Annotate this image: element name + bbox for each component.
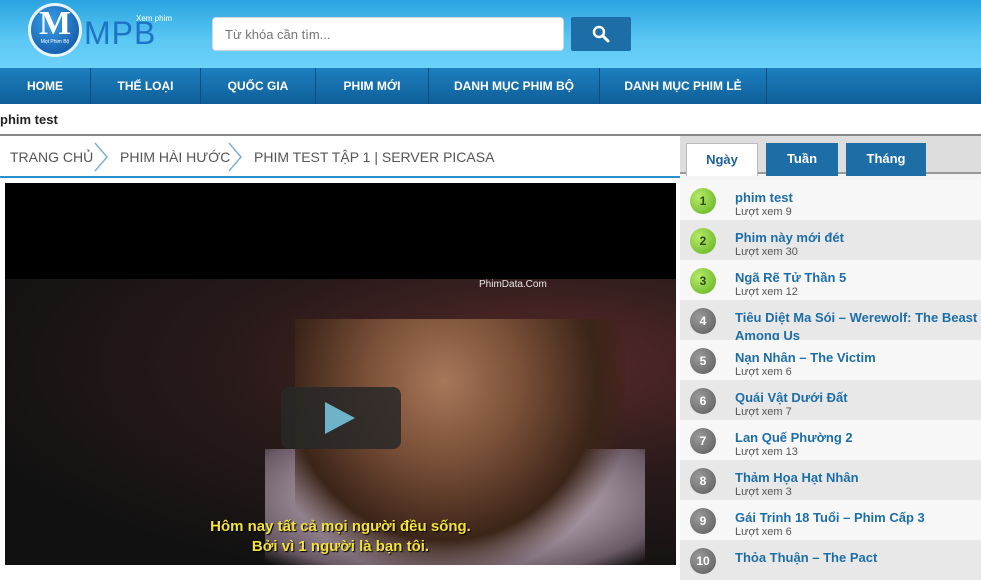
main-nav: HOME THỂ LOẠI QUỐC GIA PHIM MỚI DANH MỤC…: [0, 68, 981, 104]
nav-item-genre[interactable]: THỂ LOẠI: [91, 68, 201, 104]
period-tabs: Ngày Tuần Tháng: [680, 136, 981, 176]
view-count: Lượt xem 12: [735, 286, 798, 298]
rank-badge: 8: [690, 468, 716, 494]
movie-title[interactable]: Lan Quế Phường 2: [735, 429, 979, 447]
view-count: Lượt xem 9: [735, 206, 792, 218]
rank-badge: 7: [690, 428, 716, 454]
rank-badge: 1: [690, 188, 716, 214]
movie-title[interactable]: Thảm Họa Hạt Nhân: [735, 469, 979, 487]
rank-badge: 4: [690, 308, 716, 334]
view-count: Lượt xem 13: [735, 446, 798, 458]
tab-day[interactable]: Ngày: [686, 143, 758, 176]
list-item[interactable]: 7 Lan Quế Phường 2 Lượt xem 13: [680, 420, 981, 460]
view-count: Lượt xem 6: [735, 366, 792, 378]
rank-badge: 3: [690, 268, 716, 294]
view-count: Lượt xem 7: [735, 406, 792, 418]
nav-item-single-catalog[interactable]: DANH MỤC PHIM LẺ: [600, 68, 767, 104]
chevron-right-icon: [228, 142, 242, 172]
video-player[interactable]: PhimData.Com Hôm nay tất cả mọi người đề…: [5, 183, 676, 565]
video-subtitle: Hôm nay tất cả mọi người đều sống. Bởi v…: [5, 517, 676, 557]
breadcrumb: TRANG CHỦ PHIM HÀI HƯỚC PHIM TEST TẬP 1 …: [0, 138, 680, 178]
view-count: Lượt xem 30: [735, 246, 798, 258]
tab-week[interactable]: Tuần: [766, 143, 838, 176]
rank-badge: 2: [690, 228, 716, 254]
breadcrumb-category[interactable]: PHIM HÀI HƯỚC: [120, 138, 230, 176]
nav-item-home[interactable]: HOME: [0, 68, 91, 104]
rank-badge: 10: [690, 548, 716, 574]
rank-badge: 5: [690, 348, 716, 374]
breadcrumb-home[interactable]: TRANG CHỦ: [10, 138, 93, 176]
list-item[interactable]: 5 Nạn Nhân – The Victim Lượt xem 6: [680, 340, 981, 380]
list-item[interactable]: 4 Tiêu Diệt Ma Sói – Werewolf: The Beast…: [680, 300, 981, 343]
list-item[interactable]: 1 phim test Lượt xem 9: [680, 180, 981, 220]
movie-title[interactable]: Quái Vật Dưới Đất: [735, 389, 979, 407]
video-watermark: PhimData.Com: [479, 279, 547, 290]
movie-title[interactable]: phim test: [735, 189, 979, 207]
rank-badge: 9: [690, 508, 716, 534]
movie-title[interactable]: Thỏa Thuận – The Pact: [735, 549, 979, 567]
play-button[interactable]: [281, 387, 401, 449]
movie-title[interactable]: Phim này mới đét: [735, 229, 979, 247]
site-header: M Mọt Phim Bộ MPB Xem phim: [0, 0, 981, 68]
logo-subtitle: Xem phim: [136, 14, 173, 23]
top-views-sidebar: Ngày Tuần Tháng 1 phim test Lượt xem 9 2…: [680, 136, 981, 580]
subtitle-line-1: Hôm nay tất cả mọi người đều sống.: [210, 518, 471, 535]
rank-badge: 6: [690, 388, 716, 414]
list-item[interactable]: 3 Ngã Rẽ Tử Thần 5 Lượt xem 12: [680, 260, 981, 300]
view-count: Lượt xem 6: [735, 526, 792, 538]
search-icon: [592, 25, 610, 43]
nav-item-new-movies[interactable]: PHIM MỚI: [316, 68, 429, 104]
movie-title[interactable]: Ngã Rẽ Tử Thần 5: [735, 269, 979, 287]
chevron-right-icon: [94, 142, 108, 172]
list-item[interactable]: 8 Thảm Họa Hạt Nhân Lượt xem 3: [680, 460, 981, 500]
search-button[interactable]: [571, 17, 631, 51]
logo-small-text: Mọt Phim Bộ: [40, 39, 70, 45]
breadcrumb-current: PHIM TEST TẬP 1 | SERVER PICASA: [254, 149, 495, 165]
movie-title[interactable]: Gái Trinh 18 Tuổi – Phim Cấp 3: [735, 509, 979, 527]
site-logo[interactable]: M Mọt Phim Bộ MPB Xem phim: [28, 3, 198, 63]
list-item[interactable]: 6 Quái Vật Dưới Đất Lượt xem 7: [680, 380, 981, 420]
logo-letter: M: [38, 5, 72, 42]
tab-month[interactable]: Tháng: [846, 143, 926, 176]
search-input[interactable]: [212, 17, 564, 51]
nav-item-series-catalog[interactable]: DANH MỤC PHIM BỘ: [429, 68, 600, 104]
subtitle-line-2: Bởi vì 1 người là bạn tôi.: [251, 538, 430, 555]
list-item[interactable]: 9 Gái Trinh 18 Tuổi – Phim Cấp 3 Lượt xe…: [680, 500, 981, 540]
view-count: Lượt xem 3: [735, 486, 792, 498]
list-item[interactable]: 2 Phim này mới đét Lượt xem 30: [680, 220, 981, 260]
list-item[interactable]: 10 Thỏa Thuận – The Pact: [680, 540, 981, 580]
nav-item-country[interactable]: QUỐC GIA: [201, 68, 316, 104]
play-icon: [325, 402, 355, 434]
page-title: phim test: [0, 112, 58, 127]
movie-title[interactable]: Nạn Nhân – The Victim: [735, 349, 979, 367]
